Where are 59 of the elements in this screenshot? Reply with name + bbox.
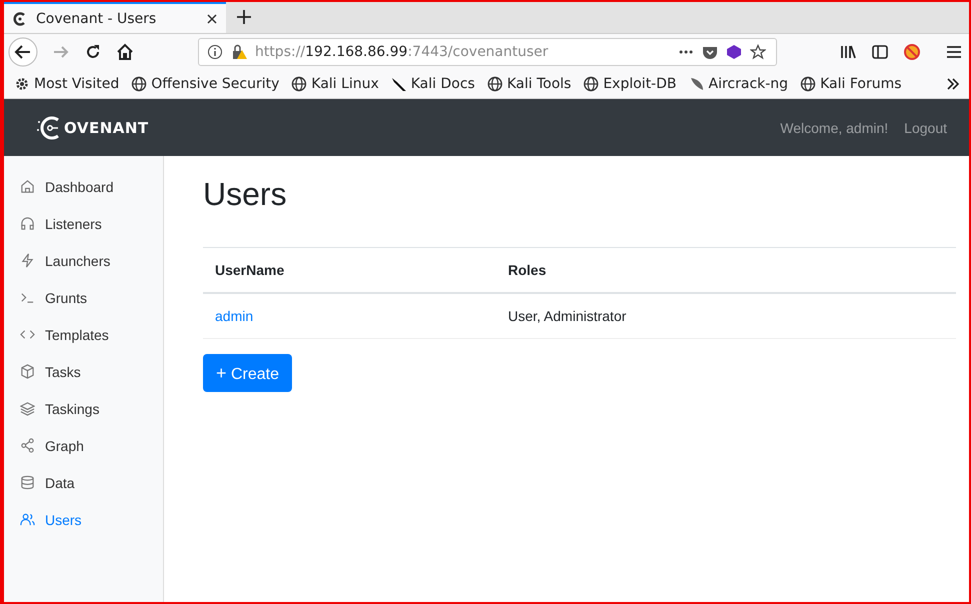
star-icon[interactable] xyxy=(750,44,766,60)
close-icon[interactable] xyxy=(206,12,218,24)
logout-link[interactable]: Logout xyxy=(904,120,947,136)
globe-icon xyxy=(131,76,148,92)
globe-icon xyxy=(486,76,503,92)
menu-icon[interactable] xyxy=(945,43,963,61)
username-link[interactable]: admin xyxy=(215,308,254,324)
url-text: https://192.168.86.99:7443/covenantuser xyxy=(254,44,548,60)
sidebar-item[interactable]: Dashboard xyxy=(4,168,163,205)
gear-icon xyxy=(14,76,30,92)
tab-title: Covenant - Users xyxy=(36,10,158,26)
info-icon xyxy=(206,44,223,60)
back-icon[interactable] xyxy=(8,37,38,67)
globe-icon xyxy=(291,76,308,92)
sidebar-item[interactable]: Launchers xyxy=(4,242,163,279)
layers-icon xyxy=(20,401,35,416)
bookmark-item[interactable]: Aircrack-ng xyxy=(688,76,788,92)
new-tab-icon[interactable] xyxy=(236,9,252,25)
sidebar-item[interactable]: Taskings xyxy=(4,390,163,427)
globe-icon xyxy=(583,76,600,92)
sidebar-item[interactable]: Listeners xyxy=(4,205,163,242)
box-icon xyxy=(20,364,35,379)
bookmark-item[interactable]: Kali Docs xyxy=(390,76,475,92)
share-icon xyxy=(20,438,35,453)
logo-text: OVENANT xyxy=(64,118,149,136)
sidebar-item[interactable]: Graph xyxy=(4,427,163,464)
database-icon xyxy=(20,475,35,490)
bookmark-item[interactable]: Exploit-DB xyxy=(583,76,676,92)
sidebar-item[interactable]: Grunts xyxy=(4,279,163,316)
bookmark-item[interactable]: Kali Linux xyxy=(291,76,379,92)
globe-icon xyxy=(800,76,816,92)
create-button[interactable]: + Create xyxy=(203,354,292,392)
home-icon xyxy=(20,179,35,194)
browser-tab[interactable]: Covenant - Users xyxy=(4,2,226,33)
bookmark-item[interactable]: Kali Forums xyxy=(800,76,902,92)
bookmark-item[interactable]: Kali Tools xyxy=(486,76,572,92)
column-header: Roles xyxy=(496,248,956,294)
bookmark-item[interactable]: Offensive Security xyxy=(131,76,280,92)
library-icon[interactable] xyxy=(839,43,857,61)
home-icon[interactable] xyxy=(116,43,134,61)
sidebar-item[interactable]: Templates xyxy=(4,316,163,353)
bolt-icon xyxy=(20,253,35,268)
chevron-icon[interactable] xyxy=(945,76,961,92)
column-header: UserName xyxy=(203,248,496,294)
bookmark-item[interactable]: Most Visited xyxy=(14,76,120,92)
blocked-icon[interactable] xyxy=(903,43,921,61)
sidebar-icon[interactable] xyxy=(871,43,889,61)
headphones-icon xyxy=(20,216,35,231)
sidebar-item[interactable]: Data xyxy=(4,464,163,501)
table-cell: User, Administrator xyxy=(496,293,956,339)
insecure-lock-icon xyxy=(230,44,247,60)
sidebar-item[interactable]: Users xyxy=(4,501,163,538)
address-bar[interactable]: https://192.168.86.99:7443/covenantuser xyxy=(198,38,777,66)
welcome-text: Welcome, admin! xyxy=(780,120,888,136)
pocket-icon[interactable] xyxy=(702,44,718,60)
sidebar-item[interactable]: Tasks xyxy=(4,353,163,390)
page-title: Users xyxy=(203,175,288,214)
extension-icon[interactable] xyxy=(726,44,742,60)
users-icon xyxy=(20,512,35,527)
